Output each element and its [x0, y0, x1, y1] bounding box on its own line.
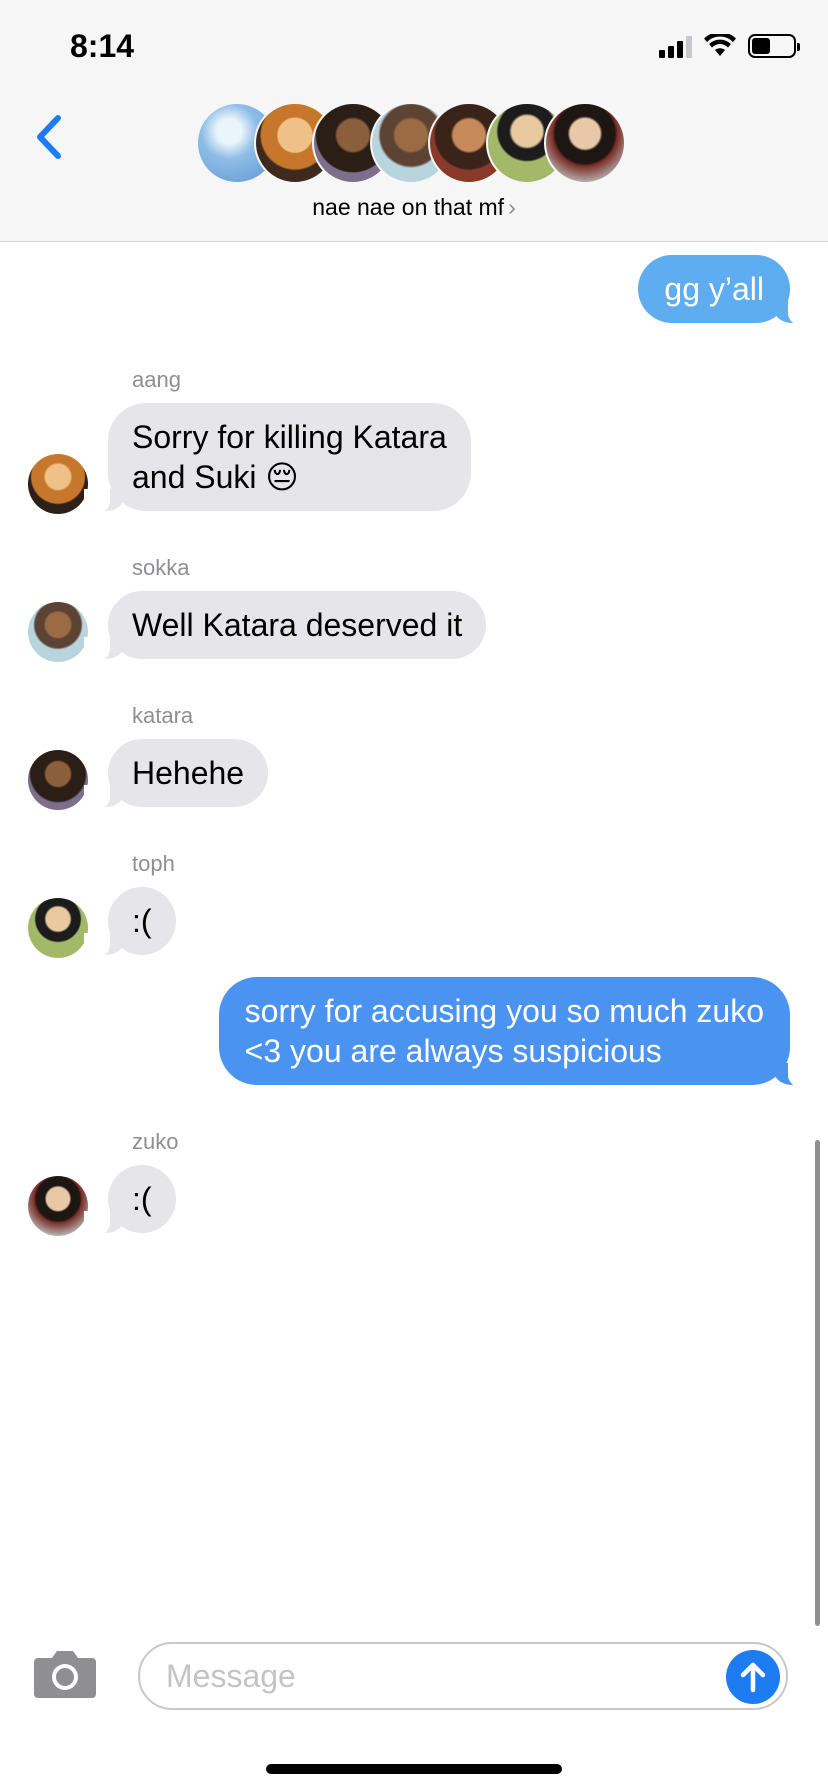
chevron-left-icon[interactable]	[30, 112, 70, 162]
message-text: Well Katara deserved it	[132, 607, 463, 643]
incoming-message[interactable]: :(	[84, 1165, 176, 1235]
battery-icon	[748, 34, 800, 58]
sender-name: katara	[132, 703, 194, 728]
home-indicator[interactable]	[266, 1764, 562, 1774]
avatar[interactable]	[28, 602, 88, 662]
wifi-icon	[704, 34, 736, 56]
incoming-message[interactable]: Well Katara deserved it	[83, 591, 487, 661]
incoming-message[interactable]: Sorry for killing Katara and Suki 😔	[84, 403, 471, 513]
message-text: Hehehe	[132, 755, 245, 791]
incoming-message[interactable]: Hehehe	[83, 739, 269, 809]
chevron-right-icon: ›	[508, 194, 516, 220]
avatar	[544, 102, 626, 184]
message-text: gg y’all	[664, 271, 764, 307]
message-text-line: sorry for accusing you so much zuko	[244, 993, 764, 1029]
incoming-message[interactable]: :(	[84, 887, 176, 957]
avatar[interactable]	[28, 898, 88, 958]
avatar[interactable]	[28, 454, 88, 514]
status-time: 8:14	[70, 28, 135, 64]
outgoing-message[interactable]: gg y’all	[638, 255, 814, 325]
message-text-line: and Suki 😔	[132, 459, 299, 495]
outgoing-message[interactable]: sorry for accusing you so much zuko <3 y…	[218, 977, 815, 1087]
group-avatars[interactable]	[196, 102, 632, 184]
message-text: :(	[132, 903, 152, 939]
sender-name: aang	[132, 367, 181, 392]
cellular-signal-icon	[659, 34, 692, 58]
arrow-up-icon	[740, 1662, 766, 1693]
sender-name: zuko	[132, 1129, 179, 1154]
scrollbar[interactable]	[815, 1140, 820, 1626]
avatar[interactable]	[28, 750, 88, 810]
message-list[interactable]: gg y’all aang Sorry for killing Katara a…	[0, 243, 828, 1643]
message-input-box[interactable]	[138, 1642, 788, 1710]
imessage-screen: 8:14 nae nae on that mf › gg y’all aang …	[0, 0, 828, 1792]
message-text-line: <3 you are always suspicious	[244, 1033, 662, 1069]
group-name[interactable]: nae nae on that mf ›	[0, 194, 828, 221]
sender-name: sokka	[132, 555, 190, 580]
avatar[interactable]	[28, 1176, 88, 1236]
message-text-line: Sorry for killing Katara	[132, 419, 447, 455]
message-input[interactable]	[166, 1652, 726, 1700]
send-button[interactable]	[726, 1650, 780, 1704]
message-text: :(	[132, 1181, 152, 1217]
group-name-label: nae nae on that mf	[312, 194, 505, 220]
camera-icon[interactable]	[32, 1648, 98, 1700]
conversation-header: 8:14 nae nae on that mf ›	[0, 0, 828, 242]
sender-name: toph	[132, 851, 175, 876]
status-icons	[659, 34, 800, 58]
